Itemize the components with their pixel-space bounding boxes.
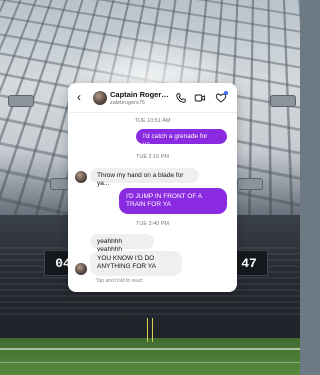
timestamp: TUE 10:51 AM bbox=[134, 118, 171, 124]
message-bubble-sent[interactable]: I'D JUMP IN FRONT OF A TRAIN FOR YA bbox=[119, 188, 227, 214]
message-bubble-received[interactable]: yeahhhh yeahhhh bbox=[90, 234, 154, 253]
avatar bbox=[75, 263, 87, 275]
message-bubble-received[interactable]: YOU KNOW I'D DO ANYTHING FOR YA bbox=[90, 251, 182, 276]
message-bubble-sent[interactable]: I'd catch a grenade for ya... bbox=[136, 129, 227, 148]
dm-conversation-card: ‹ Captain Rogers... zalebrogers76 TUE 10… bbox=[68, 83, 237, 292]
contact-name[interactable]: Captain Rogers... bbox=[110, 90, 170, 99]
notification-dot bbox=[224, 91, 228, 95]
back-icon[interactable]: ‹ bbox=[77, 91, 85, 103]
react-hint: Tap and hold to react bbox=[96, 278, 143, 284]
timestamp: TUE 2:16 PM bbox=[135, 154, 169, 160]
conversation-header: ‹ Captain Rogers... zalebrogers76 bbox=[68, 83, 237, 113]
avatar[interactable] bbox=[93, 91, 107, 105]
contact-handle: zalebrogers76 bbox=[110, 100, 145, 106]
avatar bbox=[75, 171, 87, 183]
message-bubble-received[interactable]: Throw my hand on a blade for ya... bbox=[90, 168, 199, 187]
football-field bbox=[0, 338, 300, 375]
timestamp: TUE 3:40 PM bbox=[135, 221, 169, 227]
goalpost bbox=[147, 318, 153, 342]
speaker-cluster bbox=[237, 178, 263, 190]
phone-icon[interactable] bbox=[175, 92, 187, 104]
video-icon[interactable] bbox=[194, 92, 206, 104]
speaker-cluster bbox=[8, 95, 34, 107]
speaker-cluster bbox=[270, 95, 296, 107]
